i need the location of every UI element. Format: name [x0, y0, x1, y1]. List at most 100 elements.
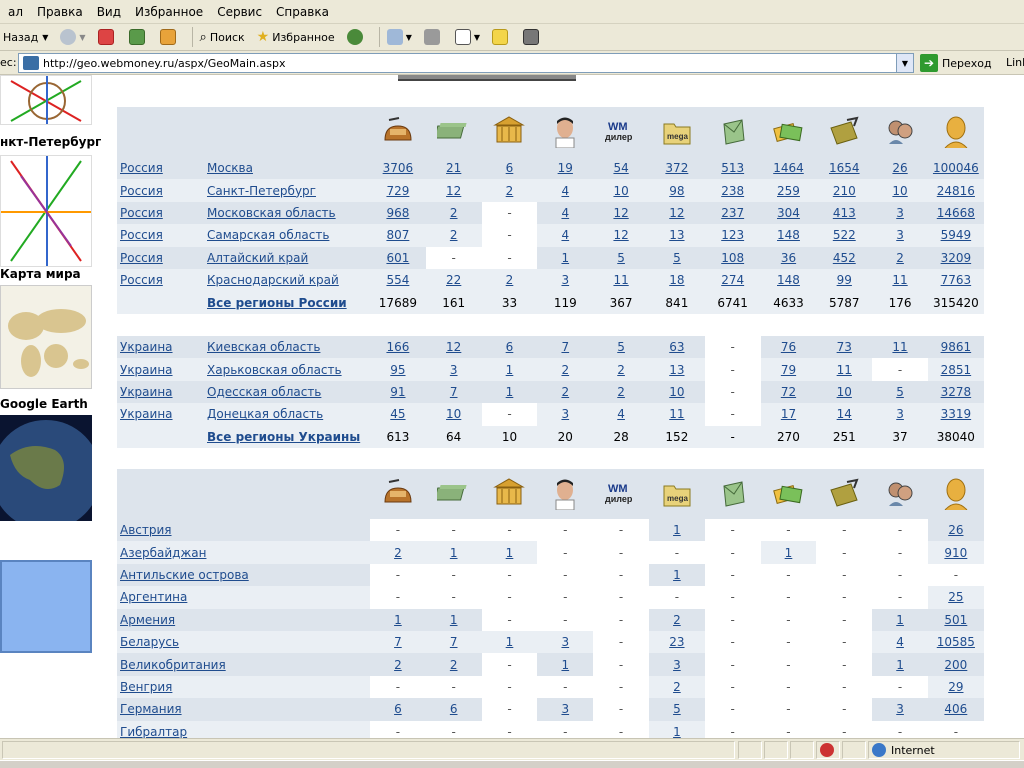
count-link[interactable]: 10: [669, 385, 684, 399]
count-link[interactable]: 23: [669, 635, 684, 649]
count-cell[interactable]: 6: [481, 157, 538, 180]
count-link[interactable]: 413: [833, 206, 856, 220]
count-cell[interactable]: 3706: [370, 157, 426, 180]
count-cell[interactable]: 3: [872, 698, 928, 721]
count-link[interactable]: 99: [837, 273, 852, 287]
menu-favorites[interactable]: Избранное: [135, 5, 203, 19]
region-cell[interactable]: Донецкая область: [204, 403, 370, 426]
country-link[interactable]: Россия: [120, 161, 163, 175]
count-cell[interactable]: 10: [648, 380, 705, 404]
count-cell[interactable]: 2: [872, 246, 928, 269]
count-link[interactable]: 968: [386, 206, 409, 220]
count-link[interactable]: 3278: [941, 385, 972, 399]
count-link[interactable]: 22: [446, 273, 461, 287]
back-button[interactable]: Назад ▼: [0, 29, 51, 46]
address-dropdown-icon[interactable]: ▼: [896, 54, 913, 72]
count-link[interactable]: 18: [669, 273, 684, 287]
count-cell[interactable]: 100046: [927, 157, 984, 180]
count-link[interactable]: 166: [386, 340, 409, 354]
count-cell[interactable]: 259: [760, 179, 817, 202]
header-wm-dealer[interactable]: WM дилер: [593, 469, 649, 519]
count-cell[interactable]: 2: [370, 541, 426, 564]
count-link[interactable]: 1: [506, 635, 514, 649]
count-cell[interactable]: 148: [760, 224, 817, 247]
count-cell[interactable]: 6: [481, 336, 538, 359]
count-link[interactable]: 259: [777, 184, 800, 198]
count-cell[interactable]: 1: [425, 608, 482, 631]
count-cell[interactable]: 1: [872, 653, 928, 676]
count-cell[interactable]: 2: [648, 675, 705, 699]
count-cell[interactable]: 91: [370, 380, 426, 404]
count-link[interactable]: 2: [617, 363, 625, 377]
count-link[interactable]: 2: [450, 228, 458, 242]
count-link[interactable]: 11: [892, 273, 907, 287]
country-cell[interactable]: Аргентина: [117, 586, 370, 609]
count-link[interactable]: 3319: [941, 407, 972, 421]
count-cell[interactable]: 13: [648, 358, 705, 381]
count-cell[interactable]: 29: [927, 675, 984, 699]
count-cell[interactable]: 13: [648, 224, 705, 247]
dropdown-arrow-icon[interactable]: ▼: [406, 33, 412, 42]
country-cell[interactable]: Азербайджан: [117, 541, 370, 564]
count-cell[interactable]: 729: [370, 179, 426, 202]
count-cell[interactable]: 54: [593, 157, 649, 180]
total-label-cell[interactable]: Все регионы России: [204, 291, 370, 314]
count-cell[interactable]: 807: [370, 224, 426, 247]
header-money[interactable]: [425, 469, 482, 519]
count-cell[interactable]: 7763: [927, 268, 984, 292]
count-link[interactable]: 25: [948, 590, 963, 604]
country-link[interactable]: Беларусь: [120, 635, 179, 649]
count-cell[interactable]: 5: [648, 698, 705, 721]
region-link[interactable]: Москва: [207, 161, 253, 175]
country-cell[interactable]: Россия: [117, 157, 204, 180]
country-cell[interactable]: Украина: [117, 403, 204, 426]
total-label-cell[interactable]: Все регионы Украины: [204, 425, 370, 448]
count-cell[interactable]: 1: [481, 380, 538, 404]
count-link[interactable]: 7: [561, 340, 569, 354]
count-link[interactable]: 11: [613, 273, 628, 287]
country-link[interactable]: Гибралтар: [120, 725, 187, 738]
count-link[interactable]: 2: [506, 273, 514, 287]
count-link[interactable]: 19: [558, 161, 573, 175]
count-cell[interactable]: 5: [872, 380, 928, 404]
region-cell[interactable]: Алтайский край: [204, 246, 370, 269]
count-link[interactable]: 26: [948, 523, 963, 537]
refresh-button[interactable]: [126, 27, 151, 47]
count-cell[interactable]: 304: [760, 201, 817, 225]
count-link[interactable]: 12: [669, 206, 684, 220]
count-cell[interactable]: 3319: [927, 403, 984, 426]
count-cell[interactable]: 19: [537, 157, 594, 180]
header-cards[interactable]: [760, 469, 817, 519]
country-link[interactable]: Германия: [120, 702, 182, 716]
count-link[interactable]: 3: [561, 407, 569, 421]
count-cell[interactable]: 24816: [927, 179, 984, 202]
count-link[interactable]: 10: [446, 407, 461, 421]
country-cell[interactable]: Россия: [117, 246, 204, 269]
count-link[interactable]: 7: [450, 635, 458, 649]
count-cell[interactable]: 406: [927, 698, 984, 721]
country-cell[interactable]: Австрия: [117, 519, 370, 542]
count-cell[interactable]: 95: [370, 358, 426, 381]
count-link[interactable]: 4: [561, 184, 569, 198]
header-bank[interactable]: [481, 469, 538, 519]
menu-tools[interactable]: Сервис: [217, 5, 262, 19]
search-button[interactable]: ⌕ Поиск: [197, 28, 248, 47]
dropdown-arrow-icon[interactable]: ▼: [42, 33, 48, 42]
count-cell[interactable]: 3: [872, 403, 928, 426]
count-link[interactable]: 238: [721, 184, 744, 198]
count-cell[interactable]: 238: [704, 179, 761, 202]
count-cell[interactable]: 11: [872, 268, 928, 292]
count-link[interactable]: 21: [446, 161, 461, 175]
count-cell[interactable]: 4: [872, 630, 928, 654]
count-cell[interactable]: 2: [425, 201, 482, 225]
count-cell[interactable]: 5949: [927, 224, 984, 247]
count-link[interactable]: 1464: [773, 161, 804, 175]
count-link[interactable]: 372: [665, 161, 688, 175]
count-link[interactable]: 5949: [941, 228, 972, 242]
count-cell[interactable]: 2: [537, 358, 594, 381]
count-cell[interactable]: 3: [537, 268, 594, 292]
count-link[interactable]: 2: [506, 184, 514, 198]
count-link[interactable]: 1: [506, 363, 514, 377]
header-people[interactable]: [872, 469, 928, 519]
count-link[interactable]: 3: [561, 273, 569, 287]
